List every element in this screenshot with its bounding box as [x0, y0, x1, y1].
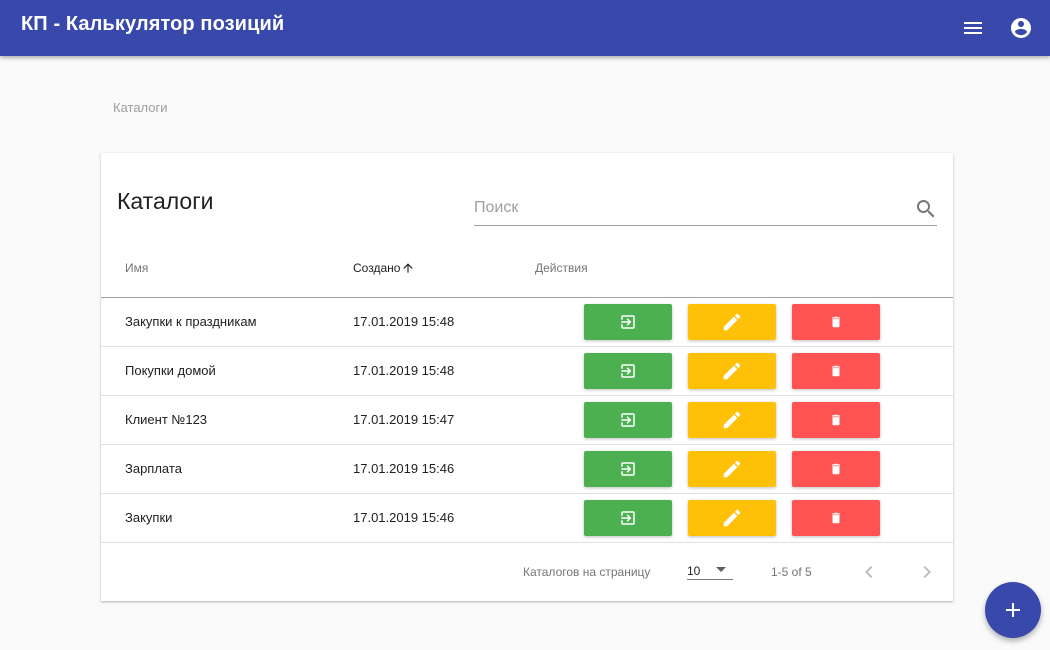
edit-button[interactable]	[688, 353, 776, 389]
menu-button[interactable]	[957, 12, 989, 44]
pencil-icon	[723, 313, 741, 331]
open-button[interactable]	[584, 353, 672, 389]
table-row: Закупки 17.01.2019 15:46	[101, 493, 953, 543]
column-header-created-label: Создано	[353, 261, 401, 275]
table-row: Клиент №123 17.01.2019 15:47	[101, 395, 953, 444]
login-icon	[621, 462, 635, 476]
account-circle-icon	[1011, 18, 1031, 38]
catalog-created: 17.01.2019 15:46	[353, 510, 455, 525]
login-icon	[621, 511, 635, 525]
previous-page-button[interactable]	[857, 560, 881, 584]
login-icon	[621, 315, 635, 329]
search-field	[474, 193, 937, 226]
login-icon	[621, 413, 635, 427]
edit-button[interactable]	[688, 500, 776, 536]
catalog-created: 17.01.2019 15:47	[353, 412, 455, 427]
catalog-name: Покупки домой	[125, 363, 216, 378]
paginator: Каталогов на страницу 10 1-5 of 5	[101, 543, 953, 601]
delete-button[interactable]	[792, 353, 880, 389]
pencil-icon	[723, 460, 741, 478]
app-title: КП - Калькулятор позиций	[21, 13, 285, 35]
plus-icon	[1006, 603, 1020, 617]
open-button[interactable]	[584, 500, 672, 536]
delete-button[interactable]	[792, 402, 880, 438]
delete-button[interactable]	[792, 304, 880, 340]
dropdown-arrow-icon	[716, 567, 726, 572]
pencil-icon	[723, 362, 741, 380]
open-button[interactable]	[584, 304, 672, 340]
open-button[interactable]	[584, 451, 672, 487]
pencil-icon	[723, 509, 741, 527]
catalog-name: Закупки к праздникам	[125, 314, 257, 329]
next-page-button[interactable]	[915, 560, 939, 584]
catalog-name: Зарплата	[125, 461, 182, 476]
table-row: Зарплата 17.01.2019 15:46	[101, 444, 953, 493]
trash-icon	[831, 463, 841, 475]
search-icon[interactable]	[914, 197, 938, 221]
trash-icon	[831, 512, 841, 524]
open-button[interactable]	[584, 402, 672, 438]
column-header-created[interactable]: Создано	[353, 261, 415, 275]
add-catalog-button[interactable]	[985, 582, 1041, 638]
table-row: Закупки к праздникам 17.01.2019 15:48	[101, 297, 953, 346]
search-input[interactable]	[474, 197, 894, 219]
page-size-label: Каталогов на страницу	[523, 565, 651, 579]
edit-button[interactable]	[688, 402, 776, 438]
delete-button[interactable]	[792, 451, 880, 487]
menu-icon	[964, 22, 982, 34]
pencil-icon	[723, 411, 741, 429]
delete-button[interactable]	[792, 500, 880, 536]
catalog-name: Клиент №123	[125, 412, 208, 427]
account-button[interactable]	[1005, 12, 1037, 44]
breadcrumb[interactable]: Каталоги	[113, 100, 168, 115]
login-icon	[621, 364, 635, 378]
page-size-value: 10	[687, 564, 701, 578]
arrow-upward-icon	[403, 263, 414, 273]
edit-button[interactable]	[688, 304, 776, 340]
page-range: 1-5 of 5	[771, 565, 812, 579]
column-header-name[interactable]: Имя	[125, 261, 148, 275]
catalog-name: Закупки	[125, 510, 173, 525]
page-title: Каталоги	[117, 188, 214, 214]
trash-icon	[831, 316, 841, 328]
catalog-table: Закупки к праздникам 17.01.2019 15:48 По…	[101, 297, 953, 543]
catalogs-card: Каталоги Имя Создано Действия Закупки к …	[101, 153, 953, 601]
catalog-created: 17.01.2019 15:48	[353, 363, 455, 378]
page-size-select[interactable]: 10	[687, 553, 733, 580]
table-row: Покупки домой 17.01.2019 15:48	[101, 346, 953, 395]
edit-button[interactable]	[688, 451, 776, 487]
catalog-created: 17.01.2019 15:46	[353, 461, 455, 476]
chevron-left-icon	[865, 566, 873, 578]
app-toolbar: КП - Калькулятор позиций	[0, 0, 1050, 56]
trash-icon	[831, 414, 841, 426]
chevron-right-icon	[923, 566, 931, 578]
trash-icon	[831, 365, 841, 377]
catalog-created: 17.01.2019 15:48	[353, 314, 455, 329]
column-header-actions: Действия	[535, 261, 588, 275]
